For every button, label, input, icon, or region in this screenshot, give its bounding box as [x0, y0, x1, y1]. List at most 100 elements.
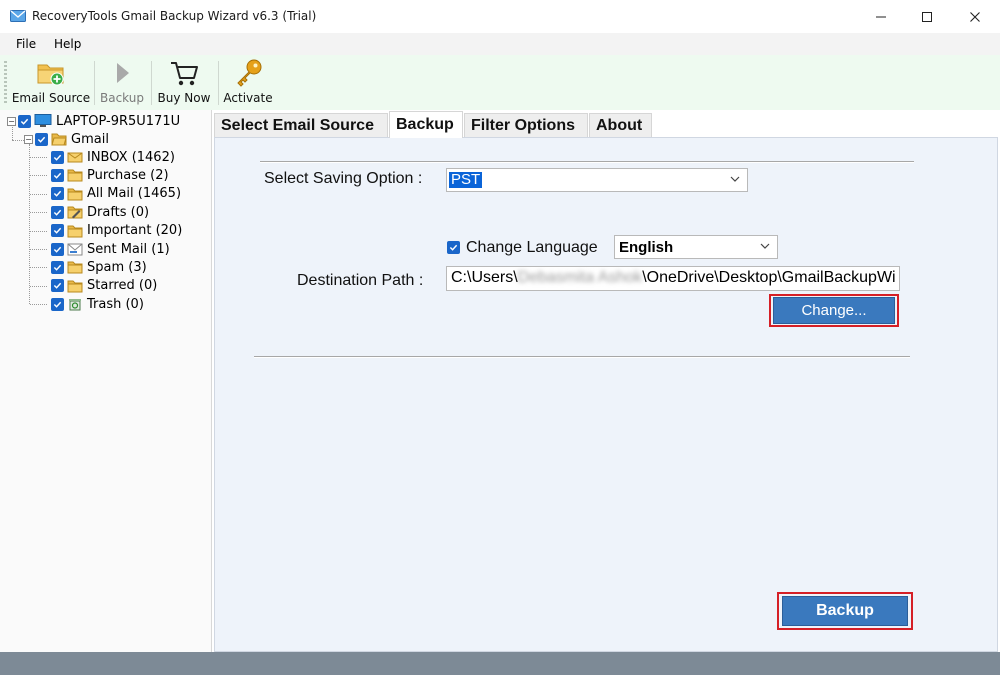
tree-item-label: LAPTOP-9R5U171U [56, 113, 181, 129]
tree-checkbox[interactable] [51, 168, 64, 182]
tab-label: Backup [396, 116, 454, 133]
tab-filter-options[interactable]: Filter Options [464, 113, 588, 138]
tab-label: Select Email Source [221, 117, 374, 134]
language-select[interactable]: English [614, 235, 778, 259]
tab-label: About [596, 117, 643, 134]
app-mail-icon [10, 10, 26, 22]
checkmark-icon [53, 191, 62, 198]
saving-option-label: Select Saving Option : [264, 170, 423, 187]
tree-checkbox[interactable] [51, 187, 64, 201]
tree-checkbox[interactable] [51, 260, 64, 274]
tree-item-label: Purchase (2) [87, 167, 169, 183]
email-source-label: Email Source [11, 91, 91, 105]
tree-item-computer[interactable]: − LAPTOP-9R5U171U [7, 112, 180, 130]
tree-item-gmail[interactable]: − Gmail [24, 130, 109, 148]
tree-folder-item[interactable]: Spam (3) [30, 258, 147, 276]
folder-icon [67, 261, 83, 274]
backup-panel: Select Saving Option : PST Change Langua… [214, 137, 998, 652]
saving-option-value: PST [449, 171, 483, 188]
tree-item-label: Sent Mail (1) [87, 241, 170, 257]
maximize-button[interactable] [904, 0, 950, 33]
minimize-button[interactable] [858, 0, 904, 33]
tree-folder-item[interactable]: Starred (0) [30, 277, 157, 295]
collapse-toggle[interactable]: − [7, 116, 16, 126]
backup-toolbar-button[interactable]: Backup [100, 57, 144, 109]
activate-label: Activate [223, 91, 273, 105]
tree-folder-item[interactable]: Drafts (0) [30, 203, 150, 221]
change-path-label: Change... [801, 302, 867, 319]
tree-connector [30, 249, 47, 250]
cart-icon [171, 62, 198, 86]
computer-icon [34, 114, 52, 127]
email-source-button[interactable]: Email Source [11, 57, 91, 109]
tree-folder-item[interactable]: Trash (0) [30, 295, 144, 313]
tree-folder-item[interactable]: All Mail (1465) [30, 185, 182, 203]
tab-about[interactable]: About [589, 113, 652, 138]
menu-bar: File Help [0, 33, 1000, 55]
tab-backup[interactable]: Backup [389, 111, 463, 138]
change-path-button[interactable]: Change... [773, 297, 895, 324]
title-bar: RecoveryTools Gmail Backup Wizard v6.3 (… [0, 0, 1000, 33]
tree-item-label: All Mail (1465) [87, 186, 182, 202]
menu-help[interactable]: Help [54, 37, 81, 51]
folder-icon [67, 280, 83, 293]
tree-item-label: Gmail [71, 131, 109, 147]
tree-connector [30, 267, 47, 269]
tree-item-label: Drafts (0) [87, 204, 150, 220]
menu-file[interactable]: File [16, 37, 36, 51]
folder-icon [67, 188, 83, 201]
checkmark-icon [53, 227, 62, 234]
tree-connector [30, 193, 47, 195]
tree-checkbox[interactable] [51, 150, 64, 164]
saving-option-select[interactable]: PST [446, 168, 748, 192]
tree-folder-item[interactable]: INBOX (1462) [30, 148, 175, 166]
tree-checkbox[interactable] [51, 297, 64, 311]
inbox-icon [67, 152, 83, 163]
tree-folder-item[interactable]: Sent Mail (1) [30, 240, 170, 258]
checkmark-icon [37, 136, 46, 143]
tree-checkbox[interactable] [51, 224, 64, 238]
backup-button[interactable]: Backup [782, 596, 908, 626]
destination-path-field[interactable]: C:\Users\Debasmita Ashok\OneDrive\Deskto… [446, 266, 900, 291]
tree-item-label: Spam (3) [87, 259, 147, 275]
tree-checkbox[interactable] [51, 279, 64, 293]
toolbar-grip[interactable] [4, 61, 7, 105]
checkmark-icon [53, 209, 62, 216]
open-folder-icon [51, 133, 67, 146]
folder-icon [67, 169, 83, 182]
play-icon [117, 63, 129, 83]
tree-folder-item[interactable]: Important (20) [30, 222, 183, 240]
checkmark-icon [53, 301, 62, 308]
destination-prefix: C:\Users\ [451, 269, 518, 286]
tree-checkbox[interactable] [18, 114, 31, 128]
checkmark-icon [53, 154, 62, 161]
tab-select-email-source[interactable]: Select Email Source [214, 113, 388, 138]
activate-button[interactable]: Activate [223, 57, 273, 109]
toolbar: Email Source Backup Buy Now Activate [0, 55, 1000, 110]
folder-add-icon [37, 64, 64, 86]
tree-checkbox[interactable] [35, 132, 48, 146]
tree-connector [30, 157, 47, 158]
chevron-down-icon [760, 243, 770, 249]
checkmark-icon [53, 264, 62, 271]
minimize-icon [876, 16, 886, 17]
change-language-checkbox[interactable] [447, 241, 460, 254]
tree-folder-item[interactable]: Purchase (2) [30, 166, 169, 184]
tree-item-label: Important (20) [87, 223, 183, 239]
tree-checkbox[interactable] [51, 205, 64, 219]
close-button[interactable] [952, 0, 998, 33]
divider [254, 356, 910, 358]
tree-item-label: Trash (0) [87, 296, 144, 312]
checkmark-icon [449, 244, 458, 251]
toolbar-separator [218, 61, 219, 105]
buy-now-button[interactable]: Buy Now [157, 57, 211, 109]
buy-now-label: Buy Now [157, 91, 211, 105]
key-icon [237, 59, 262, 87]
tree-connector [30, 230, 47, 232]
backup-toolbar-label: Backup [100, 91, 144, 105]
collapse-toggle[interactable]: − [24, 134, 33, 144]
destination-user-redacted: Debasmita Ashok [517, 269, 643, 286]
tree-connector [29, 144, 30, 304]
tree-checkbox[interactable] [51, 242, 64, 256]
change-language-label: Change Language [466, 239, 598, 256]
